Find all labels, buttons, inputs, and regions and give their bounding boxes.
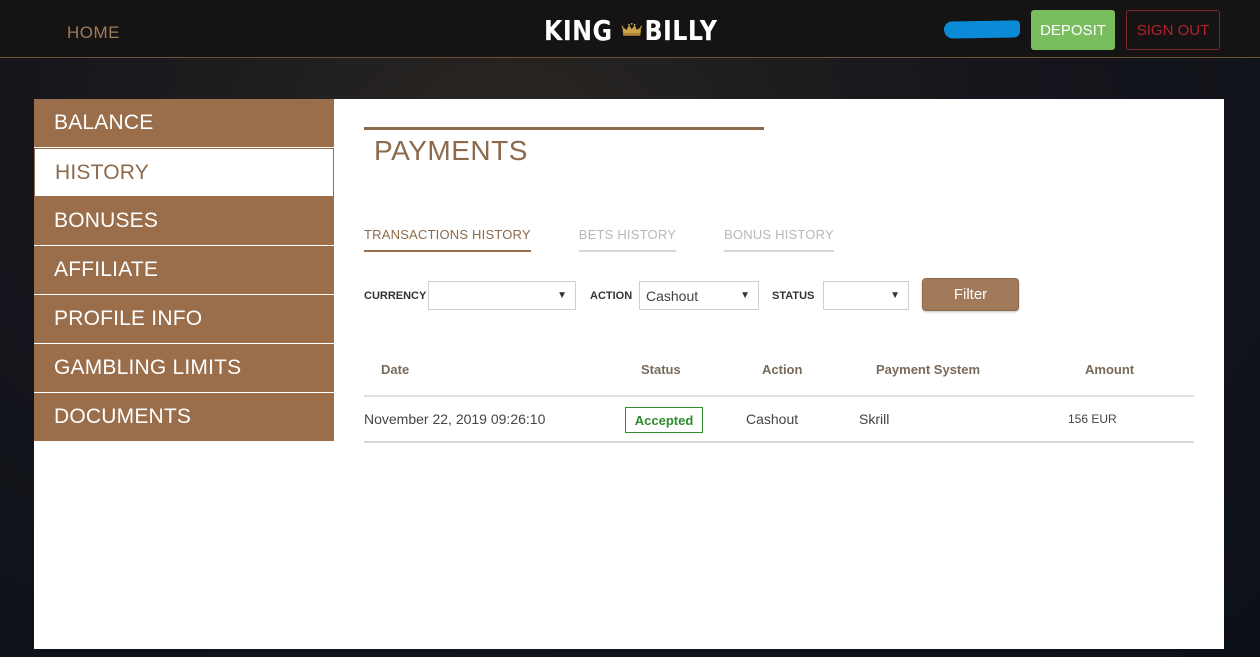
chevron-down-icon: ▼ — [557, 290, 567, 301]
table-header: Date Status Action Payment System Amount — [364, 357, 1194, 397]
redacted-username — [943, 20, 1021, 39]
transactions-table: Date Status Action Payment System Amount… — [364, 357, 1194, 443]
deposit-button[interactable]: DEPOSIT — [1031, 10, 1115, 50]
column-header-action: Action — [762, 362, 803, 377]
filter-button[interactable]: Filter — [922, 278, 1019, 311]
status-badge: Accepted — [625, 407, 703, 433]
status-select[interactable]: ▼ — [823, 281, 909, 310]
sidebar-item-gambling-limits[interactable]: GAMBLING LIMITS — [34, 344, 334, 393]
account-sidebar: BALANCE HISTORY BONUSES AFFILIATE PROFIL… — [34, 99, 334, 442]
king-billy-logo[interactable]: KING BILLY — [544, 9, 724, 51]
home-link[interactable]: HOME — [67, 23, 120, 43]
table-row[interactable]: November 22, 2019 09:26:10 Accepted Cash… — [364, 397, 1194, 443]
cell-payment-system: Skrill — [859, 411, 890, 427]
sidebar-item-history[interactable]: HISTORY — [34, 148, 334, 197]
chevron-down-icon: ▼ — [890, 290, 900, 301]
action-select-value: Cashout — [646, 288, 699, 304]
action-label: ACTION — [590, 290, 633, 302]
history-tabs: TRANSACTIONS HISTORY BETS HISTORY BONUS … — [364, 227, 882, 252]
currency-label: CURRENCY — [364, 290, 427, 302]
crown-icon — [621, 22, 642, 36]
payments-content: PAYMENTS TRANSACTIONS HISTORY BETS HISTO… — [364, 99, 1224, 649]
sign-out-button[interactable]: SIGN OUT — [1126, 10, 1220, 50]
currency-select[interactable]: ▼ — [428, 281, 576, 310]
logo-text-right: BILLY — [644, 13, 718, 47]
tab-transactions-history[interactable]: TRANSACTIONS HISTORY — [364, 227, 531, 252]
sidebar-item-profile-info[interactable]: PROFILE INFO — [34, 295, 334, 344]
chevron-down-icon: ▼ — [740, 290, 750, 301]
sidebar-item-balance[interactable]: BALANCE — [34, 99, 334, 148]
column-header-payment-system: Payment System — [876, 362, 981, 377]
account-panel: BALANCE HISTORY BONUSES AFFILIATE PROFIL… — [34, 99, 1224, 649]
tab-bonus-history[interactable]: BONUS HISTORY — [724, 227, 834, 252]
column-header-amount: Amount — [1085, 362, 1135, 377]
title-divider — [364, 127, 764, 130]
action-select[interactable]: Cashout ▼ — [639, 281, 759, 310]
status-label: STATUS — [772, 290, 815, 302]
logo-text-left: KING — [544, 13, 613, 47]
sidebar-item-bonuses[interactable]: BONUSES — [34, 197, 334, 246]
page-title: PAYMENTS — [374, 135, 528, 166]
top-navigation-bar: HOME KING BILLY DEPOSIT SIGN OUT — [0, 0, 1260, 58]
column-header-status: Status — [641, 362, 681, 377]
cell-amount: 156 EUR — [1068, 412, 1117, 426]
filter-bar: CURRENCY ▼ ACTION Cashout ▼ STATUS ▼ Fil… — [364, 278, 1224, 312]
sidebar-item-documents[interactable]: DOCUMENTS — [34, 393, 334, 442]
cell-date: November 22, 2019 09:26:10 — [364, 411, 546, 427]
tab-bets-history[interactable]: BETS HISTORY — [578, 227, 677, 252]
sidebar-item-affiliate[interactable]: AFFILIATE — [34, 246, 334, 295]
cell-action: Cashout — [746, 411, 799, 427]
column-header-date: Date — [381, 362, 410, 377]
